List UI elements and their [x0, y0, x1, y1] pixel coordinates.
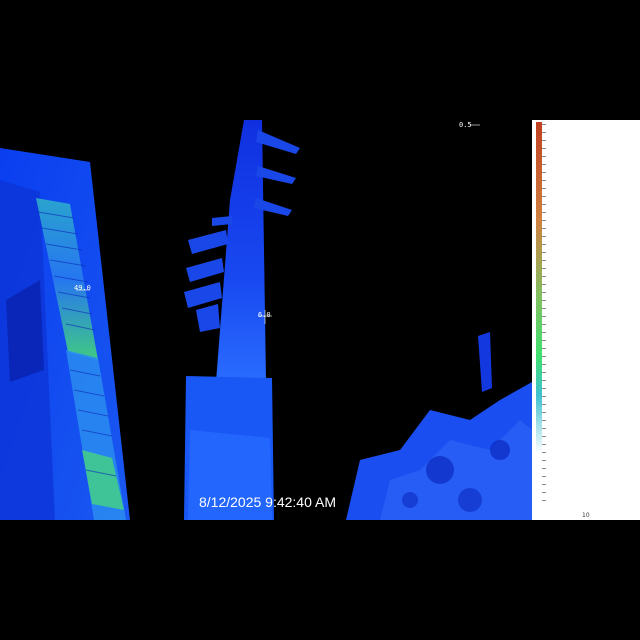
scale-tick — [542, 156, 546, 157]
scale-tick — [542, 124, 546, 125]
scale-tick — [542, 460, 546, 461]
scale-tick — [542, 148, 546, 149]
spot-label-left: 49.0 — [74, 284, 91, 292]
scale-tick — [542, 340, 546, 341]
scale-tick — [542, 356, 546, 357]
scale-tick — [542, 252, 546, 253]
thermal-frame: 49.0 6.0 0.5 8/12/2025 9:42:40 AM 10 — [0, 120, 640, 520]
scale-tick — [542, 452, 546, 453]
scale-tick — [542, 492, 546, 493]
scale-tick — [542, 348, 546, 349]
scale-tick — [542, 172, 546, 173]
scale-tick — [542, 276, 546, 277]
scale-tick — [542, 132, 546, 133]
scale-tick — [542, 292, 546, 293]
scale-tick — [542, 220, 546, 221]
spot-label-center: 6.0 — [258, 311, 271, 319]
scale-tick — [542, 204, 546, 205]
scale-tick — [542, 444, 546, 445]
scale-tick — [542, 212, 546, 213]
scale-tick — [542, 436, 546, 437]
utility-pole — [184, 120, 300, 520]
thermal-image — [0, 120, 532, 520]
scale-tick — [542, 500, 546, 501]
scale-tick — [542, 372, 546, 373]
scale-tick — [542, 196, 546, 197]
scale-tick — [542, 228, 546, 229]
scale-tick — [542, 428, 546, 429]
scale-tick — [542, 332, 546, 333]
scale-tick — [542, 140, 546, 141]
scale-tick — [542, 412, 546, 413]
spot-label-top-right: 0.5 — [459, 121, 472, 129]
scale-tick — [542, 484, 546, 485]
scale-tick — [542, 180, 546, 181]
scale-tick — [542, 260, 546, 261]
scale-tick — [542, 396, 546, 397]
foliage — [346, 332, 532, 520]
temperature-scale-panel: 10 — [532, 120, 640, 520]
scale-tick — [542, 364, 546, 365]
scale-tick — [542, 420, 546, 421]
scale-bottom-label: 10 — [582, 512, 590, 519]
scale-tick — [542, 284, 546, 285]
scale-tick — [542, 308, 546, 309]
scale-tick — [542, 300, 546, 301]
scale-tick — [542, 476, 546, 477]
scale-tick — [542, 244, 546, 245]
scale-tick — [542, 324, 546, 325]
scale-tick — [542, 388, 546, 389]
scale-tick — [542, 188, 546, 189]
scale-tick — [542, 164, 546, 165]
scale-tick — [542, 404, 546, 405]
scale-tick — [542, 380, 546, 381]
scale-tick — [542, 236, 546, 237]
scale-tick — [542, 316, 546, 317]
scale-tick — [542, 268, 546, 269]
scale-tick — [542, 468, 546, 469]
timestamp: 8/12/2025 9:42:40 AM — [199, 494, 336, 510]
building-left — [0, 148, 130, 520]
